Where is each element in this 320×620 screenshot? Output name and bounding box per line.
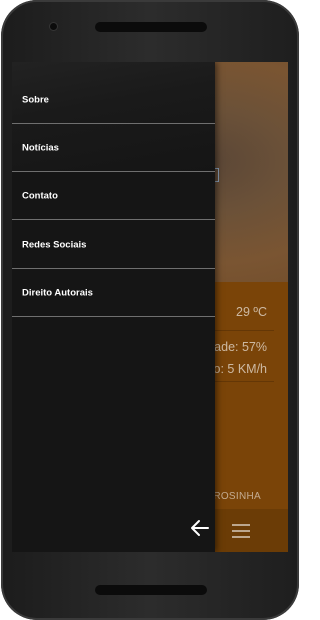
menu-item-label: Contato	[22, 190, 58, 202]
menu-item-sobre[interactable]: Sobre	[12, 76, 215, 124]
humidity-value: ade: 57%	[214, 340, 267, 354]
menu-divider	[12, 316, 215, 317]
menu-item-label: Sobre	[22, 94, 49, 106]
footer-label: ROSINHA	[213, 491, 261, 502]
menu-item-label: Direito Autorais	[22, 287, 93, 299]
menu-item-label: Notícias	[22, 142, 59, 154]
menu-item-contato[interactable]: Contato	[12, 172, 215, 220]
wind-value: o: 5 KM/h	[213, 362, 268, 376]
screen: 29 ºC ade: 57% o: 5 KM/h ROSINHA Sobre N…	[12, 62, 288, 552]
phone-frame: 29 ºC ade: 57% o: 5 KM/h ROSINHA Sobre N…	[1, 0, 299, 620]
menu-item-label: Redes Sociais	[22, 239, 87, 251]
navigation-drawer: Sobre Notícias Contato Redes Sociais Dir…	[12, 62, 215, 552]
temperature-value: 29 ºC	[236, 305, 267, 319]
menu-item-direito-autorais[interactable]: Direito Autorais	[12, 269, 215, 317]
menu-divider	[12, 219, 215, 220]
menu-item-noticias[interactable]: Notícias	[12, 124, 215, 172]
bottom-speaker	[95, 585, 207, 595]
front-camera	[50, 23, 57, 30]
hamburger-menu-icon[interactable]	[232, 524, 250, 538]
top-speaker	[95, 22, 207, 32]
arrow-left-icon[interactable]	[189, 517, 211, 539]
menu-item-redes-sociais[interactable]: Redes Sociais	[12, 221, 215, 269]
